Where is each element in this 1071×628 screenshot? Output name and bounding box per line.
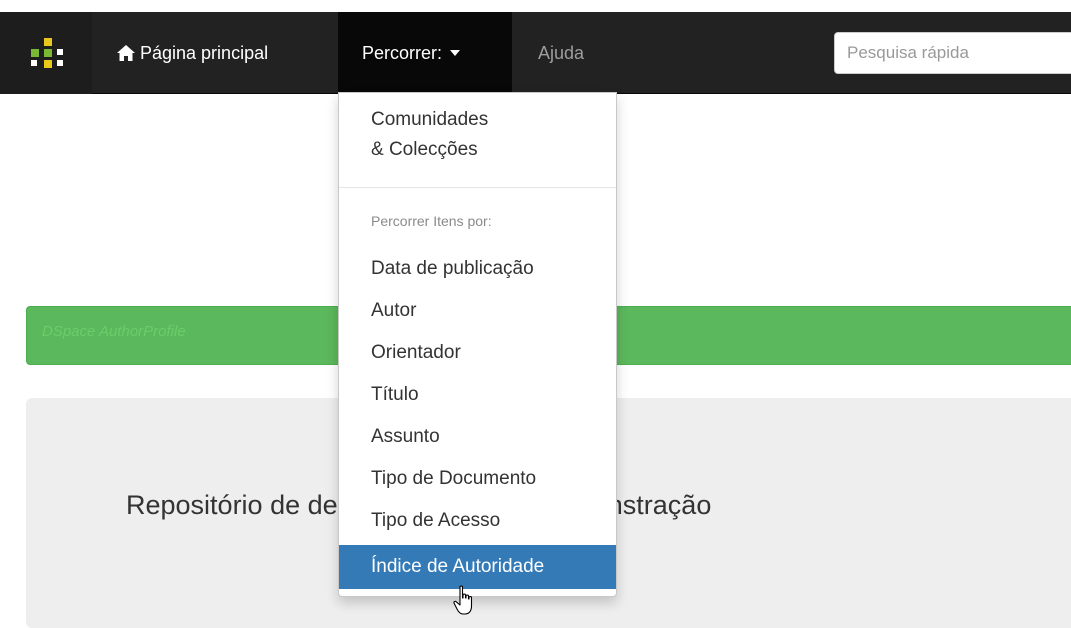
- menu-divider: [339, 187, 616, 188]
- menu-communities-line2: & Colecções: [371, 139, 478, 160]
- home-icon: [117, 45, 135, 61]
- menu-item-authority-index[interactable]: Índice de Autoridade: [339, 545, 616, 589]
- banner-text: DSpace AuthorProfile: [42, 323, 186, 340]
- nav-browse-label: Percorrer:: [362, 42, 443, 63]
- nav-home-label: Página principal: [140, 42, 269, 63]
- nav-browse-dropdown[interactable]: Percorrer:: [338, 12, 512, 94]
- menu-item-advisor[interactable]: Orientador: [339, 332, 616, 374]
- menu-item-communities-collections[interactable]: Comunidades & Colecções: [339, 105, 616, 165]
- top-strip: [0, 0, 1071, 12]
- nav-help-label: Ajuda: [538, 42, 585, 63]
- menu-item-subject[interactable]: Assunto: [339, 416, 616, 458]
- brand-logo-link[interactable]: [0, 12, 92, 94]
- menu-communities-line1: Comunidades: [371, 109, 489, 130]
- navbar: Página principal Percorrer: Ajuda: [0, 12, 1071, 94]
- browse-dropdown-menu: Comunidades & Colecções Percorrer Itens …: [338, 92, 617, 597]
- menu-item-access-type[interactable]: Tipo de Acesso: [339, 500, 616, 542]
- menu-browse-header: Percorrer Itens por:: [371, 213, 492, 229]
- dspace-logo-icon: [31, 38, 63, 68]
- menu-item-author[interactable]: Autor: [339, 290, 616, 332]
- caret-down-icon: [450, 50, 461, 56]
- menu-item-document-type[interactable]: Tipo de Documento: [339, 458, 616, 500]
- nav-help-link[interactable]: Ajuda: [522, 12, 612, 94]
- menu-item-title[interactable]: Título: [339, 374, 616, 416]
- nav-home-link[interactable]: Página principal: [100, 12, 330, 94]
- menu-item-publication-date[interactable]: Data de publicação: [339, 248, 616, 290]
- quick-search-input[interactable]: [834, 32, 1071, 74]
